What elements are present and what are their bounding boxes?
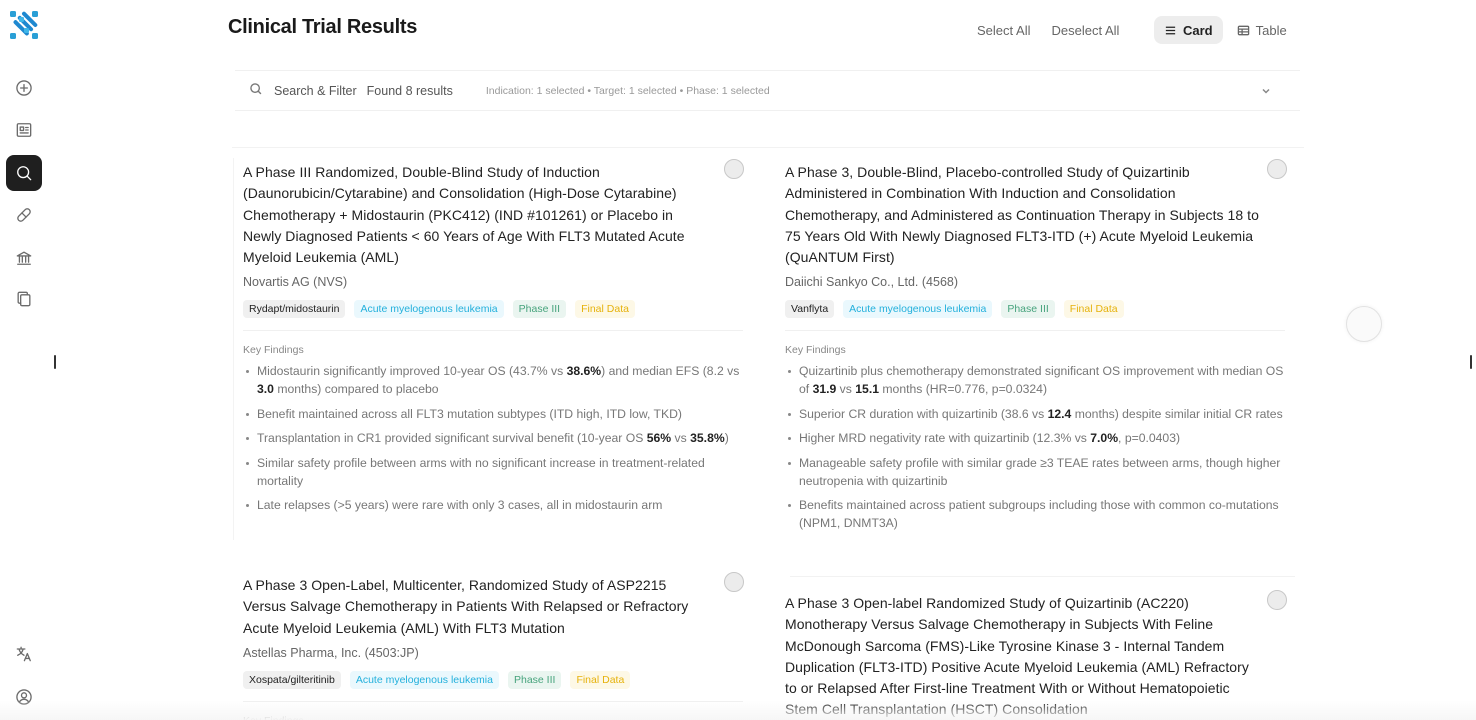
drugs-button[interactable] bbox=[6, 197, 42, 233]
selection-controls: Select All Deselect All bbox=[968, 16, 1128, 44]
card-border bbox=[233, 158, 234, 540]
chevron-down-icon[interactable] bbox=[1260, 85, 1272, 100]
phase-tag[interactable]: Phase III bbox=[1001, 300, 1055, 319]
translate-icon bbox=[16, 646, 31, 662]
trial-card[interactable]: A Phase 3 Open-Label, Multicenter, Rando… bbox=[243, 575, 743, 720]
key-finding-item: Similar safety profile between arms with… bbox=[243, 454, 743, 490]
key-finding-item: Transplantation in CR1 provided signific… bbox=[243, 429, 743, 447]
card-row-divider bbox=[790, 576, 1295, 577]
key-finding-item: Higher MRD negativity rate with quizarti… bbox=[785, 429, 1285, 447]
key-finding-item: Benefits maintained across patient subgr… bbox=[785, 496, 1285, 532]
select-all-button[interactable]: Select All bbox=[977, 23, 1030, 38]
table-view-button[interactable]: Table bbox=[1227, 16, 1297, 44]
trial-tags: Vanflyta Acute myelogenous leukemia Phas… bbox=[785, 300, 1285, 319]
trial-company: Daiichi Sankyo Co., Ltd. (4568) bbox=[785, 275, 959, 290]
search-filter-label: Search & Filter bbox=[274, 83, 357, 98]
key-finding-item: Manageable safety profile with similar g… bbox=[785, 454, 1285, 490]
trial-tags: Xospata/gilteritinib Acute myelogenous l… bbox=[243, 670, 743, 689]
drug-tag[interactable]: Xospata/gilteritinib bbox=[243, 670, 341, 689]
news-button[interactable] bbox=[6, 112, 42, 148]
status-tag[interactable]: Final Data bbox=[575, 300, 635, 319]
trial-card[interactable]: A Phase III Randomized, Double-Blind Stu… bbox=[243, 162, 743, 521]
indication-tag[interactable]: Acute myelogenous leukemia bbox=[349, 670, 499, 689]
filter-search-icon bbox=[249, 82, 263, 99]
plus-circle-icon bbox=[16, 80, 32, 96]
institutions-button[interactable] bbox=[6, 240, 42, 276]
deselect-all-button[interactable]: Deselect All bbox=[1051, 23, 1119, 38]
trial-title[interactable]: A Phase 3 Open-label Randomized Study of… bbox=[785, 593, 1255, 720]
card-view-label: Card bbox=[1183, 22, 1213, 38]
indication-tag[interactable]: Acute myelogenous leukemia bbox=[843, 300, 993, 319]
page-title: Clinical Trial Results bbox=[228, 16, 418, 38]
status-tag[interactable]: Final Data bbox=[570, 670, 631, 689]
key-findings-list: Midostaurin significantly improved 10-ye… bbox=[243, 362, 743, 514]
select-card-radio[interactable] bbox=[1267, 159, 1287, 179]
indication-tag[interactable]: Acute myelogenous leukemia bbox=[354, 300, 504, 319]
phase-tag[interactable]: Phase III bbox=[507, 670, 562, 689]
sidebar bbox=[0, 0, 56, 720]
key-findings-label: Key Findings bbox=[785, 344, 846, 357]
card-divider bbox=[243, 700, 743, 702]
sidebar-resize-handle[interactable] bbox=[54, 355, 56, 369]
trial-title[interactable]: A Phase 3 Open-Label, Multicenter, Rando… bbox=[243, 575, 713, 639]
key-finding-item: Midostaurin significantly improved 10-ye… bbox=[243, 362, 743, 398]
right-panel-handle[interactable] bbox=[1470, 355, 1472, 369]
select-card-radio[interactable] bbox=[1267, 590, 1287, 610]
trial-company: Astellas Pharma, Inc. (4503:JP) bbox=[243, 645, 419, 660]
key-finding-item: Late relapses (>5 years) were rare with … bbox=[243, 496, 743, 514]
new-chat-button[interactable] bbox=[6, 70, 42, 106]
trial-card[interactable]: A Phase 3 Open-label Randomized Study of… bbox=[785, 593, 1285, 720]
app-logo[interactable] bbox=[10, 11, 38, 39]
filter-summary: Indication: 1 selected • Target: 1 selec… bbox=[485, 84, 770, 97]
search-nav-button[interactable] bbox=[6, 155, 42, 191]
documents-button[interactable] bbox=[6, 281, 42, 317]
trial-tags: Rydapt/midostaurin Acute myelogenous leu… bbox=[243, 300, 743, 319]
account-button[interactable] bbox=[6, 679, 42, 715]
search-filter-bar[interactable]: Search & Filter Found 8 results Indicati… bbox=[235, 70, 1300, 111]
list-icon bbox=[1165, 26, 1176, 34]
search-icon bbox=[17, 166, 32, 181]
card-view-button[interactable]: Card bbox=[1154, 16, 1223, 44]
user-icon bbox=[16, 689, 32, 705]
copy-icon bbox=[17, 291, 31, 307]
pill-icon bbox=[17, 208, 31, 222]
select-card-radio[interactable] bbox=[724, 572, 744, 592]
card-divider bbox=[243, 330, 743, 332]
news-icon bbox=[16, 123, 32, 137]
trial-title[interactable]: A Phase 3, Double-Blind, Placebo-control… bbox=[785, 162, 1265, 268]
drug-tag[interactable]: Rydapt/midostaurin bbox=[243, 300, 346, 319]
status-tag[interactable]: Final Data bbox=[1063, 300, 1124, 319]
trial-card[interactable]: A Phase 3, Double-Blind, Placebo-control… bbox=[785, 162, 1285, 539]
bank-icon bbox=[16, 251, 32, 265]
key-findings-list: Quizartinib plus chemotherapy demonstrat… bbox=[785, 362, 1285, 532]
floating-action-button[interactable] bbox=[1346, 306, 1382, 342]
results-count: Found 8 results bbox=[366, 83, 453, 98]
table-icon bbox=[1237, 25, 1249, 35]
key-findings-label: Key Findings bbox=[243, 344, 304, 357]
phase-tag[interactable]: Phase III bbox=[512, 300, 567, 319]
view-toggle: Card Table bbox=[1154, 15, 1297, 45]
key-findings-label: Key Findings bbox=[243, 715, 743, 720]
select-card-radio[interactable] bbox=[724, 159, 744, 179]
trial-title[interactable]: A Phase III Randomized, Double-Blind Stu… bbox=[243, 162, 713, 268]
drug-tag[interactable]: Vanflyta bbox=[785, 300, 835, 319]
card-divider bbox=[785, 330, 1285, 332]
results-divider bbox=[232, 147, 1304, 148]
key-finding-item: Quizartinib plus chemotherapy demonstrat… bbox=[785, 362, 1285, 398]
language-button[interactable] bbox=[6, 636, 42, 672]
table-view-label: Table bbox=[1255, 22, 1287, 38]
trial-company: Novartis AG (NVS) bbox=[243, 275, 348, 290]
key-finding-item: Benefit maintained across all FLT3 mutat… bbox=[243, 405, 743, 423]
key-finding-item: Superior CR duration with quizartinib (3… bbox=[785, 405, 1285, 423]
